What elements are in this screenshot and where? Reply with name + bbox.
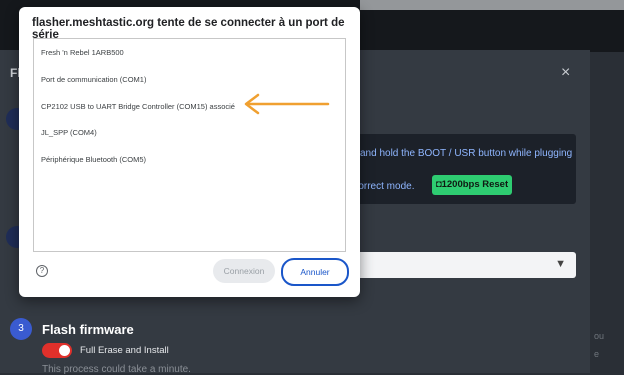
connect-button[interactable]: Connexion xyxy=(213,259,275,283)
port-item[interactable]: CP2102 USB to UART Bridge Controller (CO… xyxy=(41,102,235,111)
cancel-button[interactable]: Annuler xyxy=(281,258,349,286)
browser-bar xyxy=(360,0,624,10)
port-item[interactable]: Fresh 'n Rebel 1ARB500 xyxy=(41,48,124,57)
firmware-select[interactable]: ▼ xyxy=(330,252,576,278)
port-list: Fresh 'n Rebel 1ARB500 Port de communica… xyxy=(33,38,346,252)
chevron-down-icon: ▼ xyxy=(555,258,566,270)
edge-text-2: e xyxy=(594,349,600,359)
duration-warning: This process could take a minute. xyxy=(42,364,191,375)
help-icon[interactable]: ? xyxy=(36,265,48,277)
reset-button-label: 1200bps Reset xyxy=(441,179,509,190)
edge-text-1: ou xyxy=(594,331,605,341)
step-3-badge: 3 xyxy=(10,318,32,340)
flash-firmware-title: Flash firmware xyxy=(42,322,134,337)
port-item[interactable]: JL_SPP (COM4) xyxy=(41,128,97,137)
close-icon[interactable]: × xyxy=(561,64,570,82)
full-erase-label: Full Erase and Install xyxy=(80,345,169,356)
reset-1200bps-button[interactable]: ◘1200bps Reset xyxy=(432,175,512,195)
info-text-line-1: and hold the BOOT / USR button while plu… xyxy=(360,148,573,159)
port-item[interactable]: Périphérique Bluetooth (COM5) xyxy=(41,155,146,164)
full-erase-toggle[interactable] xyxy=(42,343,72,358)
port-item[interactable]: Port de communication (COM1) xyxy=(41,75,146,84)
serial-port-dialog: flasher.meshtastic.org tente de se conne… xyxy=(19,7,360,297)
annotation-arrow-icon xyxy=(244,93,330,115)
